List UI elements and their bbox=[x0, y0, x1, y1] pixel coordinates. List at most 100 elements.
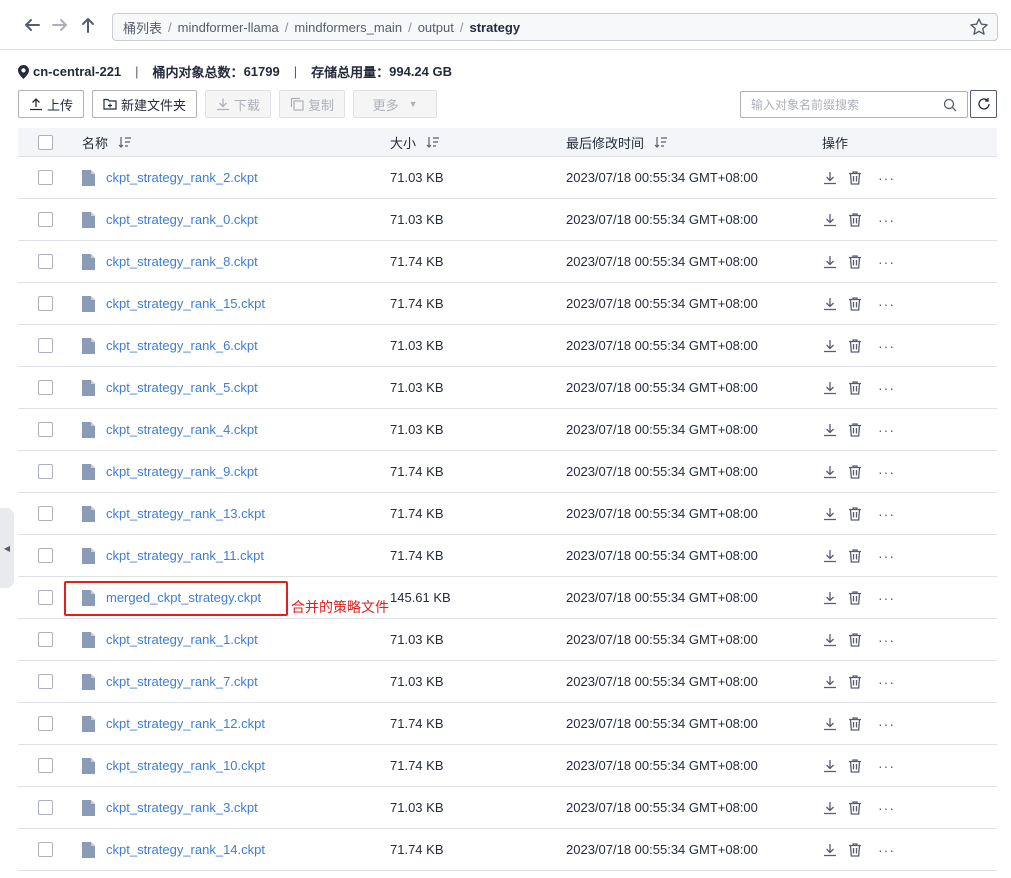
file-name-link[interactable]: ckpt_strategy_rank_12.ckpt bbox=[106, 716, 265, 731]
breadcrumb-item[interactable]: 桶列表 bbox=[123, 18, 162, 37]
file-name-link[interactable]: ckpt_strategy_rank_13.ckpt bbox=[106, 506, 265, 521]
table-row[interactable]: ckpt_strategy_rank_0.ckpt 71.03 KB 2023/… bbox=[18, 199, 997, 241]
file-name-link[interactable]: ckpt_strategy_rank_3.ckpt bbox=[106, 800, 258, 815]
forward-arrow-icon[interactable] bbox=[49, 14, 71, 36]
download-icon[interactable] bbox=[822, 758, 838, 774]
back-arrow-icon[interactable] bbox=[21, 14, 43, 36]
download-icon[interactable] bbox=[822, 632, 838, 648]
file-name-link[interactable]: ckpt_strategy_rank_11.ckpt bbox=[106, 548, 264, 563]
more-actions-icon[interactable]: ··· bbox=[878, 800, 895, 816]
trash-icon[interactable] bbox=[847, 170, 863, 186]
more-actions-icon[interactable]: ··· bbox=[878, 716, 895, 732]
download-icon[interactable] bbox=[822, 212, 838, 228]
trash-icon[interactable] bbox=[847, 632, 863, 648]
more-actions-icon[interactable]: ··· bbox=[878, 254, 895, 270]
trash-icon[interactable] bbox=[847, 380, 863, 396]
row-checkbox[interactable] bbox=[38, 842, 53, 857]
row-checkbox[interactable] bbox=[38, 674, 53, 689]
table-row[interactable]: ckpt_strategy_rank_8.ckpt 71.74 KB 2023/… bbox=[18, 241, 997, 283]
more-actions-icon[interactable]: ··· bbox=[878, 632, 895, 648]
download-icon[interactable] bbox=[822, 716, 838, 732]
row-checkbox[interactable] bbox=[38, 464, 53, 479]
table-row[interactable]: ckpt_strategy_rank_6.ckpt 71.03 KB 2023/… bbox=[18, 325, 997, 367]
header-name[interactable]: 名称 bbox=[73, 133, 381, 152]
table-row[interactable]: ckpt_strategy_rank_5.ckpt 71.03 KB 2023/… bbox=[18, 367, 997, 409]
file-name-link[interactable]: ckpt_strategy_rank_0.ckpt bbox=[106, 212, 258, 227]
trash-icon[interactable] bbox=[847, 212, 863, 228]
new-folder-button[interactable]: 新建文件夹 bbox=[92, 90, 198, 118]
table-row[interactable]: ckpt_strategy_rank_7.ckpt 71.03 KB 2023/… bbox=[18, 661, 997, 703]
table-row[interactable]: ckpt_strategy_rank_3.ckpt 71.03 KB 2023/… bbox=[18, 787, 997, 829]
table-row[interactable]: ckpt_strategy_rank_9.ckpt 71.74 KB 2023/… bbox=[18, 451, 997, 493]
sidebar-collapse-handle[interactable]: ◀ bbox=[0, 508, 14, 588]
table-row[interactable]: ckpt_strategy_rank_13.ckpt 71.74 KB 2023… bbox=[18, 493, 997, 535]
trash-icon[interactable] bbox=[847, 800, 863, 816]
trash-icon[interactable] bbox=[847, 422, 863, 438]
row-checkbox[interactable] bbox=[38, 254, 53, 269]
copy-button[interactable]: 复制 bbox=[279, 90, 346, 118]
row-checkbox[interactable] bbox=[38, 380, 53, 395]
download-icon[interactable] bbox=[822, 170, 838, 186]
refresh-button[interactable] bbox=[970, 90, 997, 118]
row-checkbox[interactable] bbox=[38, 212, 53, 227]
upload-button[interactable]: 上传 bbox=[18, 90, 85, 118]
download-icon[interactable] bbox=[822, 590, 838, 606]
trash-icon[interactable] bbox=[847, 590, 863, 606]
table-row[interactable]: ckpt_strategy_rank_14.ckpt 71.74 KB 2023… bbox=[18, 829, 997, 871]
table-row[interactable]: ckpt_strategy_rank_15.ckpt 71.74 KB 2023… bbox=[18, 283, 997, 325]
more-actions-icon[interactable]: ··· bbox=[878, 590, 895, 606]
sort-icon[interactable] bbox=[654, 136, 668, 148]
trash-icon[interactable] bbox=[847, 674, 863, 690]
table-row[interactable]: ckpt_strategy_rank_10.ckpt 71.74 KB 2023… bbox=[18, 745, 997, 787]
more-actions-icon[interactable]: ··· bbox=[878, 422, 895, 438]
row-checkbox[interactable] bbox=[38, 548, 53, 563]
file-name-link[interactable]: ckpt_strategy_rank_9.ckpt bbox=[106, 464, 258, 479]
download-icon[interactable] bbox=[822, 506, 838, 522]
trash-icon[interactable] bbox=[847, 716, 863, 732]
download-icon[interactable] bbox=[822, 548, 838, 564]
sort-icon[interactable] bbox=[118, 136, 132, 148]
header-size[interactable]: 大小 bbox=[381, 133, 566, 152]
table-row[interactable]: ckpt_strategy_rank_11.ckpt 71.74 KB 2023… bbox=[18, 535, 997, 577]
breadcrumb-item[interactable]: mindformer-llama bbox=[178, 20, 279, 35]
download-icon[interactable] bbox=[822, 464, 838, 480]
trash-icon[interactable] bbox=[847, 296, 863, 312]
trash-icon[interactable] bbox=[847, 548, 863, 564]
trash-icon[interactable] bbox=[847, 758, 863, 774]
more-actions-icon[interactable]: ··· bbox=[878, 296, 895, 312]
row-checkbox[interactable] bbox=[38, 590, 53, 605]
file-name-link[interactable]: ckpt_strategy_rank_15.ckpt bbox=[106, 296, 265, 311]
download-icon[interactable] bbox=[822, 842, 838, 858]
more-actions-icon[interactable]: ··· bbox=[878, 170, 895, 186]
file-name-link[interactable]: ckpt_strategy_rank_6.ckpt bbox=[106, 338, 258, 353]
more-actions-icon[interactable]: ··· bbox=[878, 338, 895, 354]
download-icon[interactable] bbox=[822, 674, 838, 690]
more-actions-icon[interactable]: ··· bbox=[878, 464, 895, 480]
table-row[interactable]: ckpt_strategy_rank_1.ckpt 71.03 KB 2023/… bbox=[18, 619, 997, 661]
trash-icon[interactable] bbox=[847, 254, 863, 270]
trash-icon[interactable] bbox=[847, 506, 863, 522]
file-name-link[interactable]: ckpt_strategy_rank_2.ckpt bbox=[106, 170, 258, 185]
download-button[interactable]: 下载 bbox=[205, 90, 272, 118]
search-icon[interactable] bbox=[943, 98, 957, 112]
download-icon[interactable] bbox=[822, 800, 838, 816]
more-actions-icon[interactable]: ··· bbox=[878, 380, 895, 396]
table-row[interactable]: ckpt_strategy_rank_12.ckpt 71.74 KB 2023… bbox=[18, 703, 997, 745]
row-checkbox[interactable] bbox=[38, 338, 53, 353]
download-icon[interactable] bbox=[822, 254, 838, 270]
row-checkbox[interactable] bbox=[38, 506, 53, 521]
file-name-link[interactable]: ckpt_strategy_rank_1.ckpt bbox=[106, 632, 258, 647]
file-name-link[interactable]: ckpt_strategy_rank_4.ckpt bbox=[106, 422, 258, 437]
row-checkbox[interactable] bbox=[38, 716, 53, 731]
address-bar[interactable]: 桶列表 / mindformer-llama / mindformers_mai… bbox=[112, 13, 998, 41]
more-actions-icon[interactable]: ··· bbox=[878, 758, 895, 774]
download-icon[interactable] bbox=[822, 296, 838, 312]
file-name-link[interactable]: ckpt_strategy_rank_14.ckpt bbox=[106, 842, 265, 857]
file-name-link[interactable]: ckpt_strategy_rank_7.ckpt bbox=[106, 674, 258, 689]
up-arrow-icon[interactable] bbox=[77, 14, 99, 36]
trash-icon[interactable] bbox=[847, 464, 863, 480]
row-checkbox[interactable] bbox=[38, 758, 53, 773]
search-input[interactable] bbox=[751, 97, 936, 112]
row-checkbox[interactable] bbox=[38, 170, 53, 185]
breadcrumb-item[interactable]: mindformers_main bbox=[294, 20, 402, 35]
